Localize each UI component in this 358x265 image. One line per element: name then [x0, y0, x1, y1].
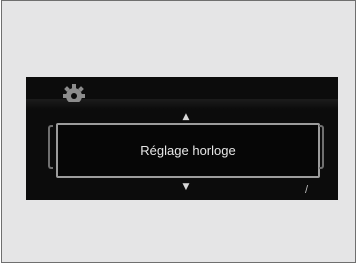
scroll-up-arrow-icon[interactable]: ▲ — [181, 113, 191, 122]
scroll-down-arrow-icon[interactable]: ▼ — [181, 183, 191, 192]
gear-icon — [60, 78, 88, 104]
display-screen: ▲ Réglage horloge ▼ / — [26, 77, 338, 200]
left-bracket — [48, 125, 53, 169]
menu-item-label: Réglage horloge — [140, 143, 236, 158]
right-bracket — [319, 125, 324, 169]
page-indicator: / — [305, 184, 309, 196]
figure-frame: ▲ Réglage horloge ▼ / — [1, 0, 356, 263]
selected-menu-item[interactable]: Réglage horloge — [56, 123, 320, 178]
